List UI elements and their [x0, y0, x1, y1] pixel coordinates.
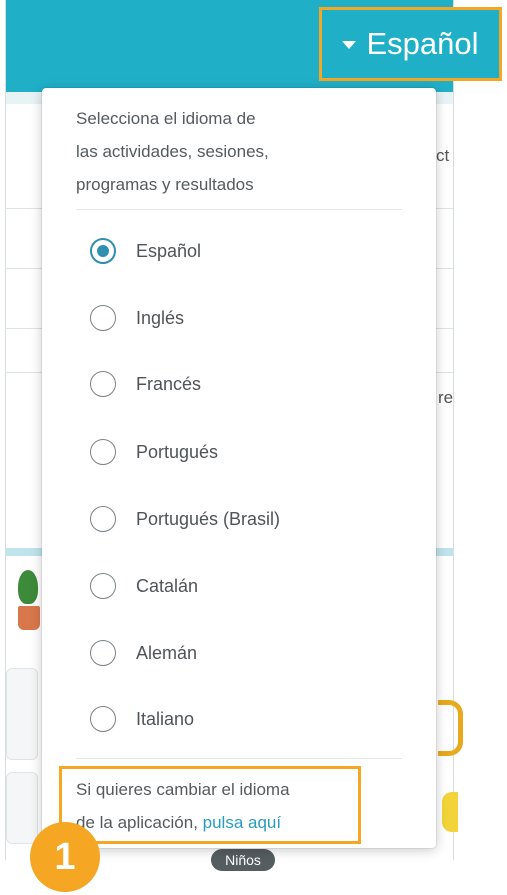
- bg-card: [6, 668, 38, 760]
- language-dropdown: Selecciona el idioma de las actividades,…: [42, 88, 436, 848]
- toy-illustration: [442, 792, 458, 832]
- language-selector-label: Español: [366, 26, 479, 61]
- plant-icon: [12, 570, 40, 632]
- app-language-help-box: Si quieres cambiar el idioma de la aplic…: [59, 766, 361, 844]
- bg-card: [6, 772, 38, 844]
- radio-unchecked-icon[interactable]: [90, 706, 116, 732]
- language-option-portugues-brasil[interactable]: Portugués (Brasil): [90, 499, 280, 539]
- radio-unchecked-icon[interactable]: [90, 573, 116, 599]
- language-option-portugues[interactable]: Portugués: [90, 432, 218, 472]
- language-option-ingles[interactable]: Inglés: [90, 298, 184, 338]
- language-selector-button[interactable]: Español: [319, 7, 502, 81]
- language-option-label: Italiano: [136, 708, 195, 729]
- help-text-line: Si quieres cambiar el idioma: [76, 780, 290, 799]
- radio-unchecked-icon[interactable]: [90, 371, 116, 397]
- category-badge: Niños: [211, 849, 275, 871]
- toy-illustration: [438, 700, 463, 756]
- divider: [76, 209, 402, 210]
- step-number-badge: 1: [30, 822, 100, 892]
- help-text-line: de la aplicación,: [76, 813, 203, 832]
- change-app-language-link[interactable]: pulsa aquí: [203, 813, 281, 832]
- language-option-label: Español: [136, 240, 202, 261]
- bg-text-fragment: re: [438, 388, 454, 407]
- divider: [76, 758, 402, 759]
- radio-unchecked-icon[interactable]: [90, 506, 116, 532]
- language-option-espanol[interactable]: Español: [90, 231, 201, 271]
- language-option-italiano[interactable]: Italiano: [90, 699, 194, 739]
- radio-unchecked-icon[interactable]: [90, 640, 116, 666]
- language-option-label: Portugués (Brasil): [136, 508, 281, 529]
- dropdown-description: Selecciona el idioma de las actividades,…: [76, 109, 269, 194]
- language-option-label: Portugués: [136, 441, 219, 462]
- language-option-label: Catalán: [136, 575, 199, 596]
- language-option-label: Inglés: [136, 307, 185, 328]
- radio-unchecked-icon[interactable]: [90, 305, 116, 331]
- radio-unchecked-icon[interactable]: [90, 439, 116, 465]
- bg-text-fragment: ct: [436, 146, 450, 165]
- language-option-aleman[interactable]: Alemán: [90, 633, 197, 673]
- language-option-label: Alemán: [136, 642, 198, 663]
- radio-checked-icon[interactable]: [90, 238, 116, 264]
- caret-down-icon: [342, 41, 357, 49]
- language-option-frances[interactable]: Francés: [90, 364, 201, 404]
- language-option-label: Francés: [136, 373, 202, 394]
- language-option-catalan[interactable]: Catalán: [90, 566, 198, 606]
